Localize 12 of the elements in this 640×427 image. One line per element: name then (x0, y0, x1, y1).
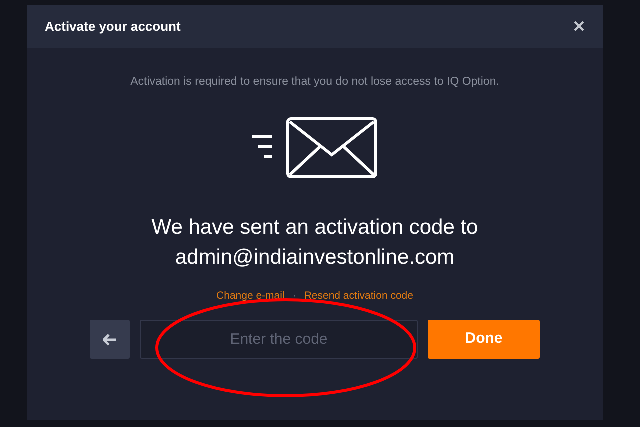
envelope-icon (250, 117, 380, 180)
sent-heading: We have sent an activation code to (152, 215, 478, 242)
close-button[interactable]: × (573, 16, 585, 36)
email-address: admin@indiainvestonline.com (175, 245, 455, 272)
code-field[interactable]: Enter the code (140, 320, 418, 359)
done-button[interactable]: Done (428, 320, 540, 359)
back-arrow-icon (103, 334, 117, 346)
resend-code-link[interactable]: Resend activation code (304, 289, 414, 305)
separator-dot: · (292, 289, 296, 304)
dialog-title: Activate your account (45, 18, 181, 36)
back-button[interactable] (90, 320, 130, 359)
notice-text: Activation is required to ensure that you do not lose access to IQ Option. (130, 75, 500, 90)
